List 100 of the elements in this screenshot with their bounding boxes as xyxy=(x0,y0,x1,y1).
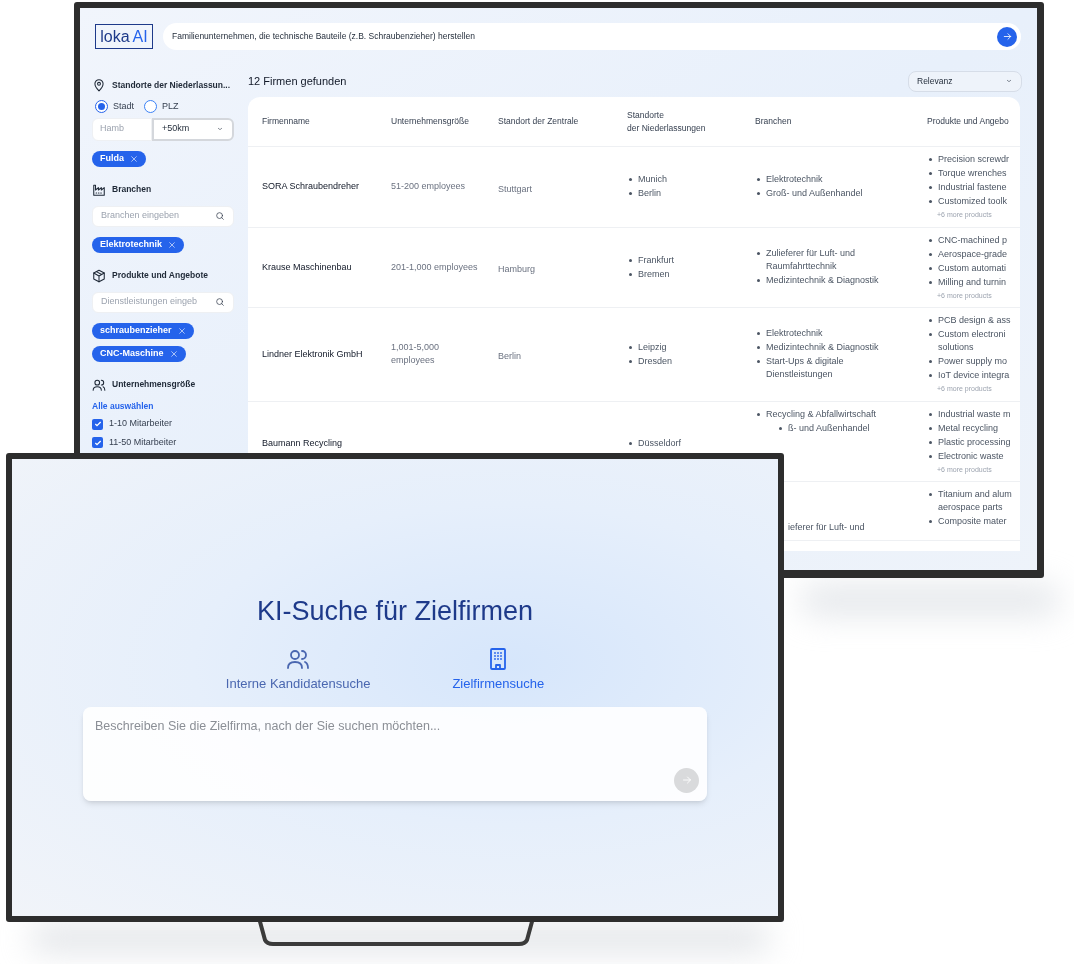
list-item: Precision screwdr xyxy=(938,153,1010,166)
list-item: Composite mater xyxy=(938,515,1007,528)
bullet-icon xyxy=(929,412,932,416)
box-icon xyxy=(92,268,106,283)
list-item: Zulieferer für Luft- und Raumfahrttechnik xyxy=(766,247,857,274)
results-count: 12 Firmen gefunden xyxy=(248,73,347,89)
list-item: Industrial waste m xyxy=(938,407,1011,421)
table-cell: Berlin xyxy=(498,351,521,362)
list-item: Medizintechnik & Diagnostik xyxy=(766,341,880,355)
list-item: Bremen xyxy=(638,267,670,281)
list-item: Customized toolk xyxy=(938,195,1008,208)
list-item: Berlin xyxy=(638,187,661,201)
filter-chip[interactable]: CNC-Maschine xyxy=(92,345,186,362)
list-item: Aerospace-grade xyxy=(938,247,1008,261)
search-bar[interactable]: Familienunternehmen, die technische Bauteile (z.B. Schraubenzieher) herstellen xyxy=(163,23,1021,50)
list-item: Torque wrenches xyxy=(938,167,1007,180)
bullet-icon xyxy=(757,360,760,364)
list-item: Frankfurt xyxy=(638,253,674,267)
radio-button[interactable] xyxy=(144,100,157,114)
people-icon xyxy=(286,647,311,671)
company-name: Baumann Recycling xyxy=(262,436,344,450)
list-item: Medizintechnik & Diagnostik xyxy=(766,274,880,288)
arrow-right-icon xyxy=(1001,31,1013,42)
search-mode-tab[interactable]: Zielfirmensuche xyxy=(452,647,545,694)
bullet-icon xyxy=(929,158,932,161)
prompt-box[interactable]: Beschreiben Sie die Zielfirma, nach der Sie suchen möchten... xyxy=(83,706,707,801)
bullet-icon xyxy=(629,258,632,262)
list-item: CNC-machined p xyxy=(938,233,1008,247)
bullet-icon xyxy=(929,252,932,256)
submit-button[interactable] xyxy=(997,26,1017,47)
bullet-icon xyxy=(929,186,932,189)
filter-title: Branchen xyxy=(112,183,152,196)
radio-button[interactable] xyxy=(95,100,108,114)
list-item: Leipzig xyxy=(638,340,667,354)
list-item: Groß- und Außenhandel xyxy=(766,187,864,201)
bullet-icon xyxy=(929,266,932,270)
table-cell-text: 1,001-5,000 employees xyxy=(391,341,441,368)
column-header: Produkte und Angebo xyxy=(927,115,1010,128)
bullet-icon xyxy=(629,359,632,363)
search-mode-tab[interactable]: Interne Kandidatensuche xyxy=(225,647,371,694)
filter-title: Unternehmensgröße xyxy=(112,378,196,391)
checkbox-label: 1-10 Mitarbeiter xyxy=(109,417,173,431)
logo: loka AI xyxy=(95,24,153,49)
list-item: Custom automati xyxy=(938,261,1007,275)
search-field[interactable]: Dienstleistungen eingeb xyxy=(92,291,234,313)
bullet-icon xyxy=(629,272,632,276)
bullet-icon xyxy=(929,319,932,322)
filter-chip[interactable]: Elektrotechnik xyxy=(92,236,185,253)
bullet-icon xyxy=(757,178,760,182)
filter-chip[interactable]: schraubenzieher xyxy=(92,322,194,339)
list-item: Custom electroni solutions xyxy=(938,328,1006,354)
list-item: Elektrotechnik xyxy=(766,327,824,341)
close-icon xyxy=(177,326,186,335)
list-item: Plastic processing xyxy=(938,435,1011,449)
table-cell: Stuttgart xyxy=(498,183,533,194)
bullet-icon xyxy=(929,440,932,444)
column-header: Unternehmensgröße xyxy=(391,115,470,128)
column-header: Standort der Zentrale xyxy=(498,115,580,128)
company-name: Krause Maschinenbau xyxy=(262,260,353,274)
list-item: Munich xyxy=(638,173,667,187)
location-pin-icon xyxy=(92,78,106,92)
caret-icon xyxy=(216,125,224,133)
filter-chip[interactable]: Fulda xyxy=(92,150,146,167)
radius-dropdown[interactable]: +50km xyxy=(152,117,234,141)
list-item: ß- und Außenhandel xyxy=(788,421,871,435)
table-cell: Hamburg xyxy=(498,264,535,275)
search-icon xyxy=(215,211,225,221)
list-item: Power supply mo xyxy=(938,355,1008,368)
column-header: Standorte der Niederlassungen xyxy=(627,108,707,135)
table-cell: 201-1,000 employees xyxy=(391,260,479,274)
column-header: Branchen xyxy=(755,115,793,128)
sort-dropdown[interactable]: Relevanz xyxy=(908,70,1022,92)
list-item: Elektrotechnik xyxy=(766,173,824,187)
bullet-icon xyxy=(929,454,932,458)
list-item: Electronic waste xyxy=(938,449,1004,463)
bullet-icon xyxy=(757,412,760,416)
select-all-link[interactable]: Alle auswählen xyxy=(92,399,238,413)
bullet-icon xyxy=(757,192,760,196)
company-name: SORA Schraubendreher xyxy=(262,180,361,194)
factory-icon xyxy=(92,182,106,197)
bullet-icon xyxy=(929,360,932,363)
checkbox[interactable] xyxy=(92,437,103,448)
bullet-icon xyxy=(629,178,632,182)
bullet-icon xyxy=(929,374,932,377)
list-item: Titanium and alum aerospace parts xyxy=(938,488,1012,514)
search-field[interactable]: Branchen eingeben xyxy=(92,205,234,227)
list-item: Recycling & Abfallwirtschaft xyxy=(766,407,878,421)
filter-title: Standorte der Niederlassun... xyxy=(112,78,231,92)
bullet-icon xyxy=(629,345,632,349)
people-icon xyxy=(92,377,106,392)
page-title: KI-Suche für Zielfirmen xyxy=(256,595,534,627)
list-item: Metal recycling xyxy=(938,421,999,435)
company-name: Lindner Elektronik GmbH xyxy=(262,347,364,361)
list-item: Dresden xyxy=(638,354,673,368)
column-header: Firmenname xyxy=(262,115,311,128)
caret-icon xyxy=(1005,77,1013,85)
city-input[interactable]: Hamb xyxy=(92,117,152,141)
list-item: Start-Ups & digitale Dienstleistungen xyxy=(766,355,845,382)
filter-title: Produkte und Angebote xyxy=(112,269,208,282)
checkbox[interactable] xyxy=(92,418,103,430)
